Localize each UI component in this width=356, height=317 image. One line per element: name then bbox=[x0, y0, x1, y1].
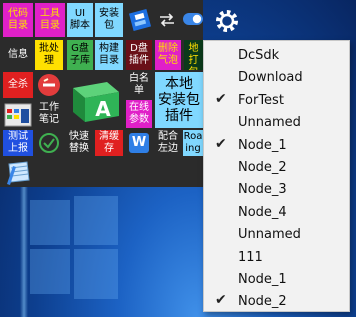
menu-item-label: DcSdk bbox=[238, 48, 280, 63]
windows-logo-pane bbox=[74, 249, 118, 299]
folder-icon[interactable] bbox=[3, 100, 33, 128]
checkmark-icon: ✔ bbox=[215, 90, 227, 107]
windows-logo-pane bbox=[30, 200, 70, 245]
kill-all-button[interactable]: 全杀 bbox=[3, 72, 33, 98]
menu-item-label: ForTest bbox=[238, 92, 284, 108]
tools-dir-button[interactable]: 工具 目录 bbox=[35, 3, 65, 37]
menu-item[interactable]: ✔ Node_2 bbox=[204, 289, 349, 315]
wps-app-button[interactable]: W bbox=[126, 130, 152, 156]
menu-item-label: Node_4 bbox=[238, 204, 287, 220]
menu-item-label: 111 bbox=[238, 249, 263, 265]
local-install-plugin-button[interactable]: 本地 安装包 插件 bbox=[155, 72, 203, 128]
svg-text:A: A bbox=[95, 97, 111, 121]
context-menu: DcSdk Download ✔ ForTest Unnamed ✔ Node_1 Node_… bbox=[203, 40, 350, 312]
align-left-button[interactable]: 配合 左边 bbox=[155, 130, 181, 156]
online-params-button[interactable]: 在线 参数 bbox=[126, 100, 152, 128]
menu-item-label: Node_1 bbox=[238, 137, 287, 153]
no-entry-icon[interactable] bbox=[35, 72, 63, 98]
menu-item-label: Node_2 bbox=[238, 294, 287, 310]
menu-item-label: Unnamed bbox=[238, 115, 301, 131]
install-pkg-button[interactable]: 安装 包 bbox=[95, 3, 123, 37]
test-upload-button[interactable]: 测试 上报 bbox=[3, 130, 33, 156]
menu-item-label: Download bbox=[238, 70, 303, 86]
whitelist-button[interactable]: 白名 单 bbox=[126, 72, 152, 98]
local-pack-button[interactable]: 本地 打包 bbox=[184, 40, 203, 70]
build-dir-button[interactable]: 构建 目录 bbox=[95, 40, 123, 70]
d-plugin-button[interactable]: D盘 插件 bbox=[126, 40, 152, 70]
roaming-button[interactable]: Roa ing bbox=[183, 130, 203, 156]
ui-script-button[interactable]: UI 脚本 bbox=[67, 3, 93, 37]
android-studio-icon[interactable]: A bbox=[67, 72, 123, 128]
code-dir-button[interactable]: 代码 目录 bbox=[3, 3, 33, 37]
settings-gear-icon[interactable] bbox=[214, 8, 240, 34]
checkmark-icon: ✔ bbox=[215, 292, 227, 309]
menu-item-label: Node_1 bbox=[238, 272, 287, 287]
windows-logo-pane bbox=[74, 196, 118, 245]
windows-logo-pane bbox=[30, 249, 70, 294]
info-button[interactable]: 信息 bbox=[3, 40, 33, 70]
clear-cache-button[interactable]: 清缓 存 bbox=[95, 130, 123, 156]
quick-replace-button[interactable]: 快速 替换 bbox=[65, 130, 93, 156]
delete-bubble-button[interactable]: 删除 气泡 bbox=[155, 40, 181, 70]
check-circle-icon[interactable] bbox=[35, 130, 63, 156]
launcher-panel: 代码 目录 工具 目录 UI 脚本 安装 包 信息 批处 理 G盘 子库 构建 … bbox=[0, 0, 203, 187]
menu-item-label: Node_3 bbox=[238, 182, 287, 198]
work-notes-button[interactable]: 工作 笔记 bbox=[35, 100, 63, 128]
swap-icon[interactable] bbox=[157, 10, 177, 30]
batch-button[interactable]: 批处 理 bbox=[35, 40, 63, 70]
wps-icon: W bbox=[129, 133, 149, 153]
g-sublib-button[interactable]: G盘 子库 bbox=[67, 40, 93, 70]
toggle-switch-icon[interactable] bbox=[183, 11, 209, 27]
menu-item-label: Node_2 bbox=[238, 160, 287, 175]
notepad-icon[interactable] bbox=[3, 158, 33, 186]
app-logo-icon[interactable] bbox=[128, 8, 152, 32]
checkmark-icon: ✔ bbox=[215, 135, 227, 152]
menu-item-label: Unnamed bbox=[238, 227, 301, 243]
